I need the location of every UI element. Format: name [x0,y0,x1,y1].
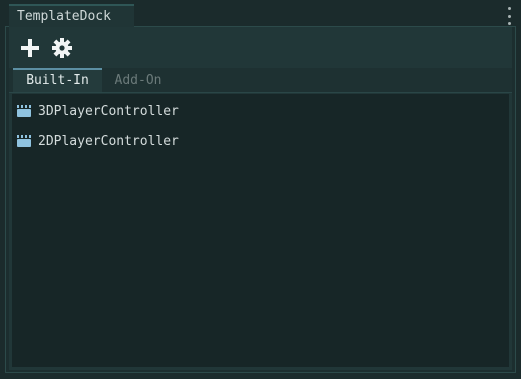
list-item-label: 2DPlayerController [38,133,179,149]
template-tabs-bar: Built-In Add-On [9,68,512,93]
list-item-label: 3DPlayerController [38,103,179,119]
settings-button[interactable] [51,37,73,59]
list-item-3dplayercontroller[interactable]: 3DPlayerController [16,101,179,121]
plus-icon [21,39,39,57]
gear-icon [52,38,72,58]
dock-tab-templatedock[interactable]: TemplateDock [9,4,134,27]
clapperboard-icon [17,135,31,147]
tab-built-in[interactable]: Built-In [13,68,102,92]
template-list: 3DPlayerController 2DPlayerController [12,94,509,367]
list-item-2dplayercontroller[interactable]: 2DPlayerController [16,131,179,151]
vertical-dots-icon[interactable] [506,6,512,26]
tab-add-on[interactable]: Add-On [102,68,174,92]
add-template-button[interactable] [19,37,41,59]
clapperboard-icon [17,105,31,117]
template-dock-window: TemplateDock Built-In Add-On 3DPlayerCon… [0,0,521,379]
